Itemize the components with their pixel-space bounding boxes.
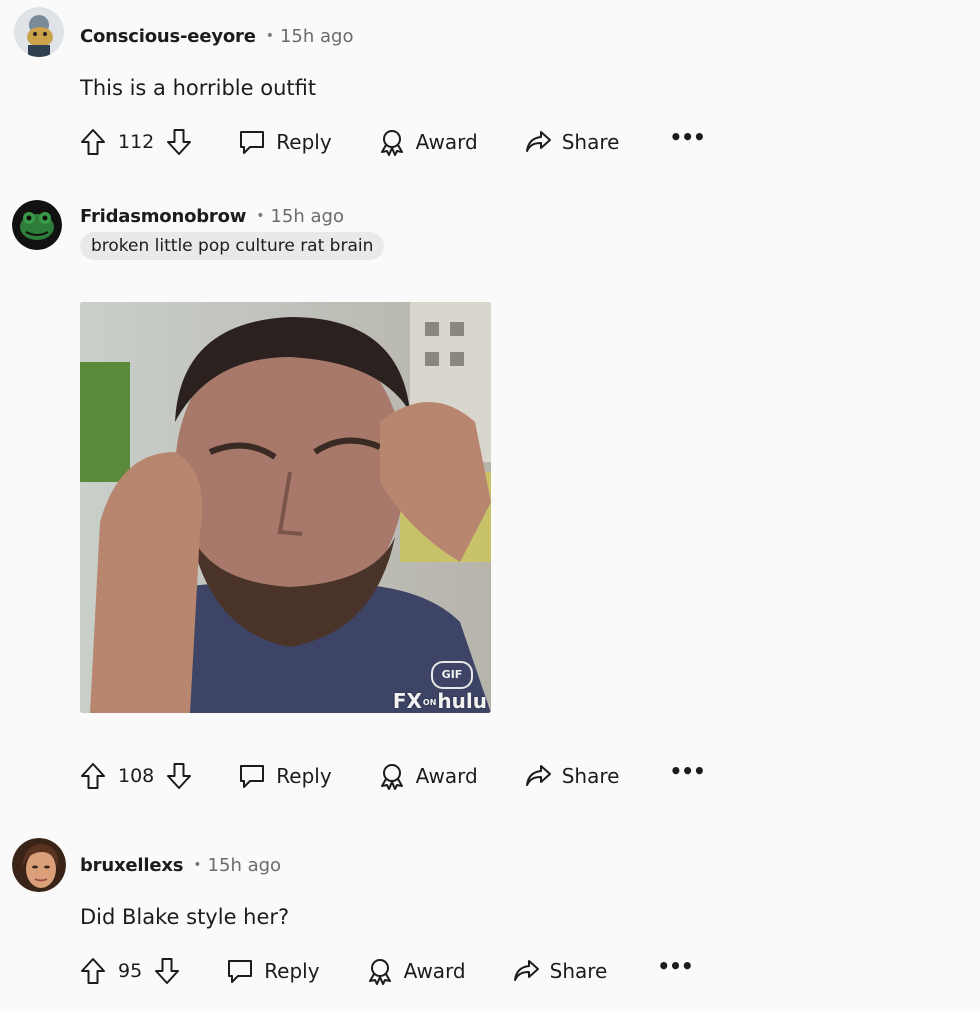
share-icon bbox=[525, 765, 551, 786]
gif-media[interactable]: GIF FXONhulu bbox=[80, 302, 491, 713]
vote-group: 95 bbox=[80, 956, 180, 986]
timestamp[interactable]: 15h ago bbox=[280, 26, 354, 47]
award-icon bbox=[380, 764, 403, 790]
share-button[interactable]: Share bbox=[524, 762, 620, 790]
comment-thread: Conscious-eeyore • 15h ago This is a hor… bbox=[0, 0, 980, 1012]
reply-icon bbox=[240, 131, 265, 154]
comment-header: bruxellexs • 15h ago bbox=[80, 851, 281, 879]
share-label: Share bbox=[561, 764, 620, 788]
watermark-hulu: hulu bbox=[437, 689, 487, 713]
award-button[interactable]: Award bbox=[378, 762, 478, 790]
eeyore-avatar-icon bbox=[14, 7, 64, 57]
share-icon bbox=[525, 131, 551, 152]
reply-label: Reply bbox=[264, 959, 320, 983]
separator-dot: • bbox=[265, 28, 274, 44]
comment-actions: 95 Reply Award Share ••• bbox=[80, 955, 694, 987]
avatar[interactable] bbox=[12, 200, 62, 250]
username[interactable]: Fridasmonobrow bbox=[80, 206, 246, 227]
upvote-icon bbox=[81, 763, 105, 789]
award-label: Award bbox=[403, 959, 466, 983]
award-icon bbox=[368, 959, 391, 985]
share-label: Share bbox=[561, 130, 620, 154]
share-button[interactable]: Share bbox=[512, 957, 608, 985]
reply-button[interactable]: Reply bbox=[238, 762, 332, 790]
upvote-button[interactable] bbox=[80, 956, 106, 986]
avatar[interactable] bbox=[14, 7, 64, 57]
more-options-button[interactable]: ••• bbox=[669, 127, 705, 152]
downvote-button[interactable] bbox=[166, 761, 192, 791]
share-label: Share bbox=[549, 959, 608, 983]
award-label: Award bbox=[415, 130, 478, 154]
share-button[interactable]: Share bbox=[524, 128, 620, 156]
separator-dot: • bbox=[193, 857, 202, 873]
frog-avatar-icon bbox=[12, 200, 62, 250]
comment-body: Did Blake style her? bbox=[80, 905, 290, 929]
upvote-button[interactable] bbox=[80, 761, 106, 791]
photo-avatar-icon bbox=[12, 838, 66, 892]
upvote-icon bbox=[81, 129, 105, 155]
more-options-button[interactable]: ••• bbox=[669, 761, 705, 786]
upvote-icon bbox=[81, 958, 105, 984]
award-label: Award bbox=[415, 764, 478, 788]
gif-badge: GIF bbox=[431, 661, 473, 689]
more-options-button[interactable]: ••• bbox=[657, 956, 693, 981]
downvote-icon bbox=[167, 129, 192, 155]
downvote-icon bbox=[167, 763, 192, 789]
reply-icon bbox=[240, 765, 265, 788]
vote-count: 112 bbox=[118, 131, 155, 153]
vote-group: 112 bbox=[80, 127, 192, 157]
reply-button[interactable]: Reply bbox=[238, 128, 332, 156]
vote-group: 108 bbox=[80, 761, 192, 791]
user-flair: broken little pop culture rat brain bbox=[80, 232, 385, 260]
timestamp[interactable]: 15h ago bbox=[270, 206, 344, 227]
reply-icon bbox=[228, 960, 253, 983]
award-button[interactable]: Award bbox=[366, 957, 466, 985]
comment-header: Conscious-eeyore • 15h ago bbox=[80, 22, 354, 50]
avatar[interactable] bbox=[12, 838, 66, 892]
comment-actions: 112 Reply Award Share ••• bbox=[80, 126, 706, 158]
gif-image bbox=[80, 302, 491, 713]
award-icon bbox=[380, 130, 403, 156]
vote-count: 95 bbox=[118, 960, 143, 982]
reply-button[interactable]: Reply bbox=[226, 957, 320, 985]
downvote-button[interactable] bbox=[166, 127, 192, 157]
share-icon bbox=[513, 960, 539, 981]
separator-dot: • bbox=[256, 208, 265, 224]
downvote-icon bbox=[155, 958, 180, 984]
gif-watermark: FXONhulu bbox=[393, 689, 487, 713]
username[interactable]: bruxellexs bbox=[80, 855, 183, 876]
upvote-button[interactable] bbox=[80, 127, 106, 157]
comment-body: This is a horrible outfit bbox=[80, 76, 317, 100]
vote-count: 108 bbox=[118, 765, 155, 787]
reply-label: Reply bbox=[276, 764, 332, 788]
downvote-button[interactable] bbox=[154, 956, 180, 986]
reply-label: Reply bbox=[276, 130, 332, 154]
username[interactable]: Conscious-eeyore bbox=[80, 26, 256, 47]
award-button[interactable]: Award bbox=[378, 128, 478, 156]
watermark-on: ON bbox=[422, 698, 437, 707]
comment-actions: 108 Reply Award Share ••• bbox=[80, 760, 706, 792]
watermark-fx: FX bbox=[392, 689, 422, 713]
comment-header: Fridasmonobrow • 15h ago bbox=[80, 202, 344, 230]
timestamp[interactable]: 15h ago bbox=[208, 855, 282, 876]
